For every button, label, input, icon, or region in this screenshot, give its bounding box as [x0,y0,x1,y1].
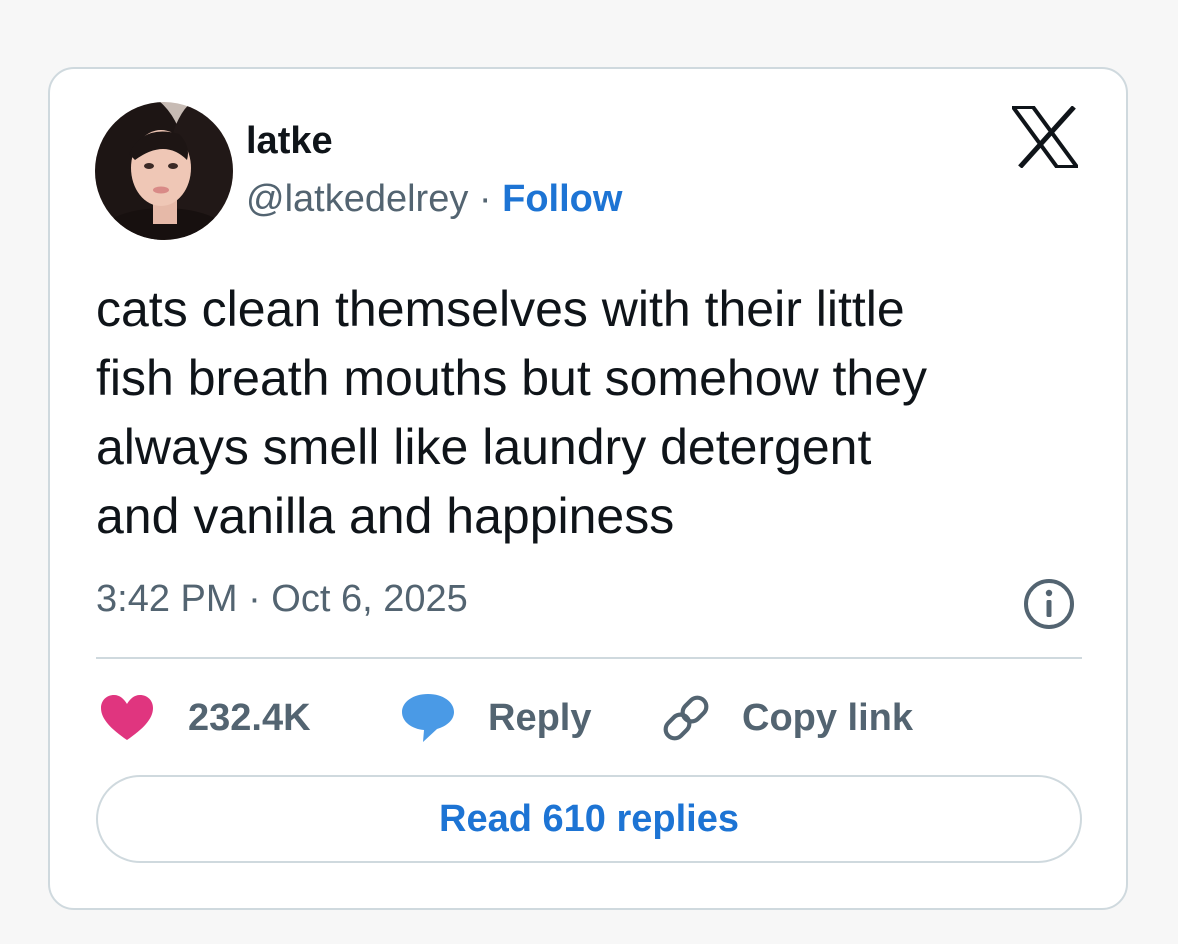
follow-link[interactable]: Follow [502,178,622,220]
author-handle[interactable]: @latkedelrey [246,178,468,220]
x-logo-icon[interactable] [1009,105,1081,169]
like-count: 232.4K [188,696,311,739]
copy-link-button[interactable]: Copy link [660,692,913,744]
author-name[interactable]: latke [246,118,333,164]
avatar-photo [95,102,233,240]
copy-link-label: Copy link [742,696,914,739]
info-icon[interactable] [1022,577,1076,631]
tweet-timestamp[interactable]: 3:42 PM · Oct 6, 2025 [96,575,468,623]
read-replies-label: Read 610 replies [439,797,739,840]
avatar[interactable] [95,102,233,240]
handle-row: @latkedelrey · Follow [246,176,622,222]
divider [96,657,1082,659]
read-replies-button[interactable]: Read 610 replies [96,775,1082,863]
handle-separator: · [468,178,503,220]
speech-bubble-icon [402,694,454,742]
reply-button[interactable]: Reply [400,692,591,744]
heart-icon [101,695,153,740]
like-button[interactable]: 232.4K [100,692,311,744]
reply-label: Reply [488,696,592,739]
link-icon [663,695,709,741]
tweet-text: cats clean themselves with their little … [96,281,928,544]
